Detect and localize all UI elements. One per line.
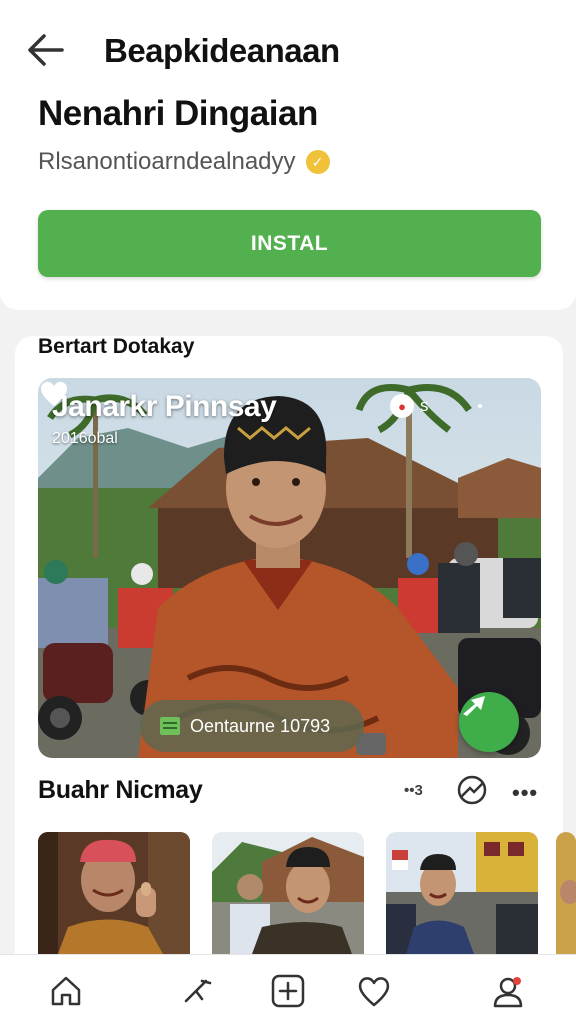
featured-card[interactable]: Janarkr Pinnsay 2016obal ● s Oentaurne 1… — [38, 378, 541, 758]
view-count-label: Oentaurne 10793 — [190, 715, 331, 736]
thumbnail-card[interactable] — [38, 832, 190, 954]
badge-dot-icon: ● — [390, 394, 414, 418]
featured-card-title: Janarkr Pinnsay — [52, 390, 277, 423]
top-bar: Beapkideanaan — [0, 20, 576, 80]
add-icon[interactable] — [270, 973, 306, 1009]
share-icon — [463, 696, 485, 716]
featured-card-date: 2016obal — [52, 430, 118, 447]
thumbnail-image — [386, 832, 538, 954]
thumbnail-image — [38, 832, 190, 954]
thumbnail-card[interactable] — [212, 832, 364, 954]
heart-icon[interactable] — [38, 378, 70, 408]
popular-section-title: Buahr Nicmay — [38, 776, 203, 804]
separator-dot — [478, 404, 482, 408]
profile-name: Nenahri Dingaian — [38, 94, 318, 133]
thumbnail-image — [556, 832, 576, 954]
share-button[interactable] — [459, 692, 519, 752]
page-title: Beapkideanaan — [104, 32, 340, 69]
more-options-icon[interactable]: ••• — [512, 780, 538, 806]
profile-icon[interactable] — [490, 973, 526, 1009]
stats-icon[interactable] — [456, 774, 488, 806]
profile-subtitle-text: Rlsanontioarndealnadyy — [38, 148, 296, 175]
thumbnail-card[interactable] — [556, 832, 576, 954]
home-icon[interactable] — [48, 973, 84, 1009]
back-arrow-icon[interactable] — [22, 28, 70, 72]
activity-icon[interactable] — [180, 973, 216, 1009]
verified-badge-icon: ✓ — [305, 150, 330, 174]
heart-outline-icon[interactable] — [356, 973, 392, 1009]
thumbnail-image — [212, 832, 364, 954]
profile-subtitle: Rlsanontioarndealnadyy ✓ — [38, 148, 330, 176]
list-icon — [160, 717, 180, 735]
install-button[interactable]: INSTAL — [38, 210, 541, 277]
badge-text: s — [420, 396, 429, 415]
bottom-navigation — [0, 954, 576, 1024]
featured-card-badge: ● s — [390, 394, 429, 418]
app-header-card: Beapkideanaan Nenahri Dingaian Rlsanonti… — [0, 0, 576, 310]
featured-section-title: Bertart Dotakay — [38, 335, 195, 358]
thumbnail-card[interactable] — [386, 832, 538, 954]
view-count-pill[interactable]: Oentaurne 10793 — [140, 700, 364, 752]
popular-count: ••3 — [404, 782, 423, 799]
